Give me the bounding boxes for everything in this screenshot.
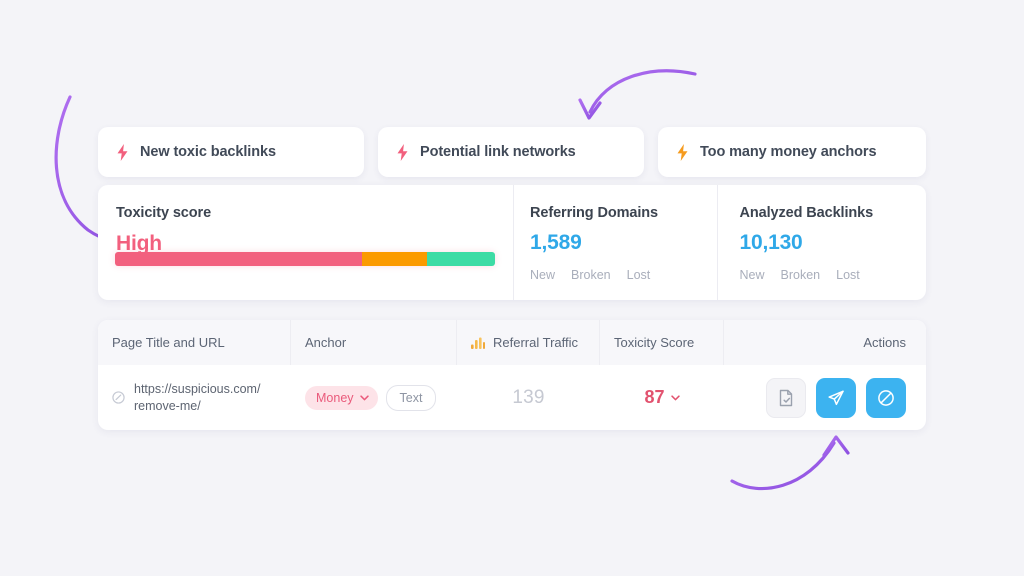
toxicity-score-number: 87	[644, 387, 665, 407]
sublink-broken[interactable]: Broken	[571, 268, 611, 282]
sublink-broken[interactable]: Broken	[781, 268, 821, 282]
screenshot-root: New toxic backlinks Potential link netwo…	[0, 0, 1024, 576]
analyzed-backlinks-stat: Analyzed Backlinks 10,130 New Broken Los…	[716, 185, 927, 300]
referring-domains-value: 1,589	[530, 231, 582, 254]
column-header-anchor[interactable]: Anchor	[291, 320, 457, 365]
column-header-actions: Actions	[724, 320, 926, 365]
toxicity-score-bar	[115, 252, 495, 266]
page-url-line-2: remove-me/	[134, 398, 201, 413]
arrow-to-potential-link-networks	[578, 69, 697, 120]
toxicity-score-cell[interactable]: 87	[644, 387, 680, 408]
alert-cards: New toxic backlinks Potential link netwo…	[98, 127, 926, 177]
toxicity-score-title: Toxicity score	[116, 205, 212, 221]
bar-chart-icon	[471, 337, 485, 349]
column-header-label: Actions	[863, 335, 906, 350]
toxicity-bar-segment-high	[115, 252, 362, 266]
alert-card-label: New toxic backlinks	[140, 144, 276, 160]
column-header-referral-traffic[interactable]: Referral Traffic	[457, 320, 600, 365]
send-icon	[828, 390, 844, 405]
document-check-icon	[779, 389, 793, 406]
link-icon	[112, 390, 125, 404]
page-url[interactable]: https://suspicious.com/ remove-me/	[134, 381, 260, 415]
toxicity-bar-segment-low	[426, 252, 495, 266]
column-header-label: Toxicity Score	[614, 335, 695, 350]
anchor-badge-money-label: Money	[316, 390, 354, 405]
disavow-button[interactable]	[866, 377, 906, 418]
ban-icon	[878, 389, 894, 406]
analyzed-backlinks-title: Analyzed Backlinks	[739, 205, 874, 221]
toxicity-bar-segment-medium	[362, 252, 427, 266]
chevron-down-icon	[670, 394, 680, 400]
alert-card-potential-link-networks[interactable]: Potential link networks	[378, 127, 644, 177]
page-url-line-1: https://suspicious.com/	[134, 381, 261, 396]
table-header-row: Page Title and URL Anchor Referral Traff…	[98, 320, 926, 365]
sublink-lost[interactable]: Lost	[627, 268, 651, 282]
summary-panel: Toxicity score High Referring Domains 1,…	[98, 185, 926, 300]
cell-page-title-and-url: https://suspicious.com/ remove-me/	[98, 365, 291, 430]
anchor-badge-text[interactable]: Text	[385, 384, 437, 411]
cell-actions	[724, 365, 926, 430]
table-row: https://suspicious.com/ remove-me/ Money…	[98, 365, 926, 430]
alert-card-label: Potential link networks	[420, 144, 576, 160]
column-header-label: Referral Traffic	[493, 335, 579, 350]
referring-domains-sublinks: New Broken Lost	[530, 268, 717, 282]
column-header-label: Page Title and URL	[112, 335, 225, 350]
arrow-to-actions	[730, 435, 850, 491]
chevron-down-icon	[359, 394, 369, 400]
sublink-lost[interactable]: Lost	[836, 268, 860, 282]
alert-card-too-many-money-anchors[interactable]: Too many money anchors	[658, 127, 926, 177]
analyzed-backlinks-sublinks: New Broken Lost	[740, 268, 927, 282]
cell-referral-traffic: 139	[457, 365, 600, 430]
cell-toxicity-score: 87	[600, 365, 724, 430]
column-header-page-title-and-url[interactable]: Page Title and URL	[98, 320, 291, 365]
column-header-label: Anchor	[305, 335, 347, 350]
analyzed-backlinks-value: 10,130	[739, 231, 803, 254]
send-button[interactable]	[816, 377, 856, 418]
toxicity-score-section: Toxicity score High	[98, 185, 513, 300]
backlinks-table: Page Title and URL Anchor Referral Traff…	[98, 320, 926, 430]
sublink-new[interactable]: New	[530, 268, 555, 282]
whitelist-button[interactable]	[766, 377, 806, 418]
bolt-icon	[117, 143, 128, 161]
bolt-icon	[397, 143, 408, 161]
sublink-new[interactable]: New	[740, 268, 765, 282]
alert-card-label: Too many money anchors	[700, 144, 877, 160]
referring-domains-title: Referring Domains	[530, 205, 659, 221]
referring-domains-stat: Referring Domains 1,589 New Broken Lost	[513, 185, 717, 300]
column-header-toxicity-score[interactable]: Toxicity Score	[600, 320, 724, 365]
bolt-icon	[677, 143, 688, 161]
referral-traffic-value: 139	[512, 386, 545, 408]
alert-card-new-toxic-backlinks[interactable]: New toxic backlinks	[98, 127, 364, 177]
anchor-badge-money[interactable]: Money	[305, 385, 378, 410]
cell-anchor: Money Text	[291, 365, 457, 430]
